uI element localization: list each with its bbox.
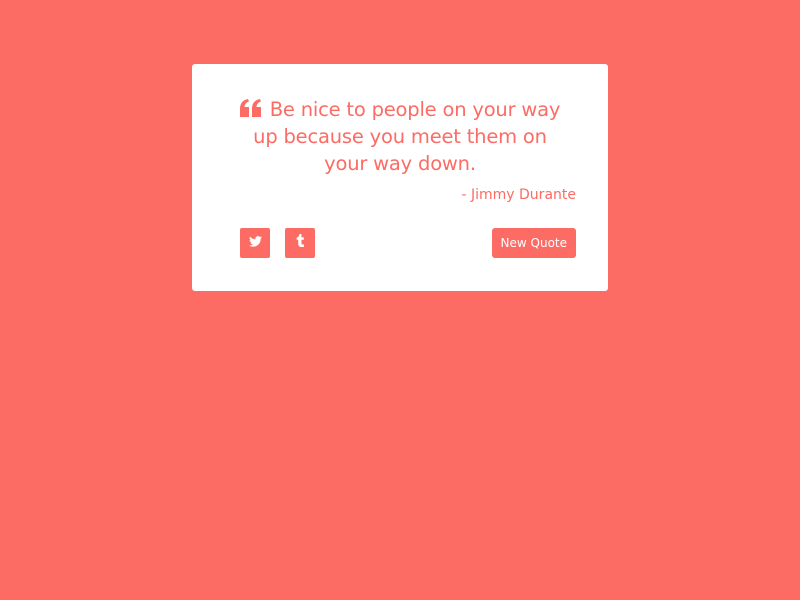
quote-card: Be nice to people on your way up because… [192,64,608,291]
tumblr-button[interactable] [285,228,315,258]
quote-text: Be nice to people on your way up because… [253,98,561,175]
quote-text-block: Be nice to people on your way up because… [224,96,576,177]
tumblr-icon [296,234,305,252]
action-bar: New Quote [240,228,576,259]
twitter-icon [248,234,262,252]
new-quote-button[interactable]: New Quote [491,228,576,258]
quote-left-icon [239,97,262,117]
quote-author: - Jimmy Durante [461,187,577,203]
tweet-button[interactable] [240,228,270,258]
